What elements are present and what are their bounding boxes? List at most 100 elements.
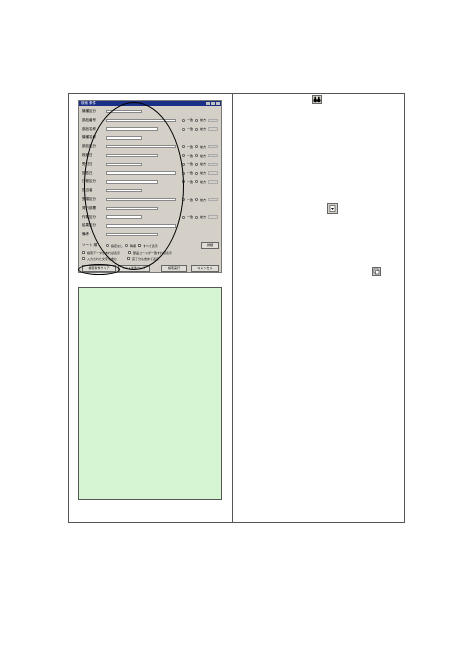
criteria-input[interactable] (106, 127, 158, 131)
criteria-label: 回答日 (82, 170, 93, 175)
match-radio-label: 一致 (187, 162, 194, 167)
disabled-box (208, 215, 219, 219)
match-radio[interactable] (195, 118, 199, 122)
criteria-input[interactable] (106, 188, 142, 193)
close-icon[interactable] (216, 102, 220, 105)
criteria-input[interactable] (106, 153, 158, 158)
match-radio-label: 前方 (200, 162, 207, 167)
criteria-input[interactable] (106, 224, 176, 228)
match-radio[interactable] (182, 118, 185, 122)
check-row-1: 検索データがあれば表示 部品コードが一致すれば表示 (82, 250, 172, 255)
disabled-box (208, 127, 219, 131)
criteria-input[interactable] (106, 118, 176, 123)
cancel-button[interactable]: キャンセル (191, 265, 219, 272)
criteria-label: 部品名称 (82, 126, 96, 131)
show-all-checkbox[interactable] (138, 244, 142, 247)
clear-criteria-button[interactable]: 検索条件クリア (82, 265, 116, 272)
match-radio[interactable] (195, 145, 199, 149)
check-3[interactable] (82, 257, 85, 260)
sort-options-row: ソート 順 指定なし 降順 すべて表示 (82, 243, 158, 248)
minimize-icon[interactable] (206, 102, 210, 105)
match-radio[interactable] (182, 162, 185, 166)
criteria-label: 検査日 (82, 153, 93, 157)
criteria-label: 備考 (82, 232, 89, 237)
match-radio[interactable] (195, 215, 199, 219)
criteria-row: 受付日 一致 前方 (82, 161, 219, 167)
match-radio[interactable] (195, 162, 199, 166)
disabled-box (208, 197, 219, 202)
match-radio[interactable] (195, 154, 199, 157)
clear-sort-button[interactable]: ソート条件クリア (118, 265, 150, 272)
check-4[interactable] (127, 257, 131, 260)
disabled-box (208, 144, 219, 149)
criteria-input[interactable] (106, 109, 142, 114)
criteria-input[interactable] (106, 144, 176, 149)
criteria-row: 部品名称 一致 前方 (82, 126, 219, 132)
match-radio[interactable] (182, 198, 185, 201)
criteria-row: 部品区分 一致 前方 (82, 144, 219, 149)
note-panel (78, 287, 222, 500)
binoculars-icon (312, 95, 322, 104)
criteria-row: 回答日 一致 前方 (82, 170, 219, 176)
criteria-label: 受付日 (82, 161, 93, 166)
dropdown-icon (327, 203, 338, 214)
check-1[interactable] (82, 251, 85, 254)
criteria-input[interactable] (106, 206, 158, 211)
disabled-box (208, 171, 219, 175)
sort-radio-2[interactable] (125, 244, 129, 247)
match-radio[interactable] (182, 215, 185, 219)
criteria-input[interactable] (106, 171, 176, 175)
match-radio[interactable] (195, 180, 199, 184)
match-radio-label: 一致 (187, 153, 194, 158)
criteria-input[interactable] (106, 162, 142, 167)
criteria-label: 機種区分 (82, 109, 96, 113)
match-radio[interactable] (182, 127, 185, 131)
criteria-row: 部品番号 一致 前方 (82, 117, 219, 123)
match-radio[interactable] (195, 198, 199, 201)
disabled-box (208, 180, 219, 184)
match-radio-label: 前方 (200, 215, 207, 220)
match-radio[interactable] (195, 171, 199, 175)
criteria-input[interactable] (106, 215, 142, 219)
criteria-row: 結果区分 (82, 223, 176, 228)
criteria-label: 担当者 (82, 188, 93, 193)
match-radio[interactable] (182, 154, 185, 157)
window-controls (206, 101, 221, 106)
criteria-label: 作業区分 (82, 214, 96, 219)
disabled-box (208, 162, 219, 167)
criteria-label: 日程区分 (82, 179, 96, 184)
copy-icon (372, 267, 381, 276)
criteria-row: 備考 (82, 232, 158, 237)
criteria-label: 結果区分 (82, 223, 96, 228)
match-radio-label: 一致 (187, 215, 194, 220)
match-radio-label: 前方 (200, 171, 207, 176)
search-dialog: 検索 条件 機種区分 部品番号 一致 前方 部品名称 一致 前方 機種名称 部品区分 一致 前方 検査… (78, 100, 222, 273)
match-radio[interactable] (195, 127, 199, 131)
match-radio[interactable] (182, 180, 185, 184)
match-radio-label: 一致 (187, 144, 194, 149)
sort-radio-1[interactable] (106, 244, 109, 247)
match-radio-label: 一致 (187, 118, 194, 123)
maximize-icon[interactable] (211, 102, 215, 105)
match-radio[interactable] (182, 145, 185, 149)
match-radio-label: 前方 (200, 127, 207, 132)
check-row-2: 入力された文字を含む 完了分も含めて表示 (82, 256, 159, 261)
match-radio-label: 前方 (200, 144, 207, 149)
match-radio-label: 前方 (200, 118, 207, 123)
criteria-input[interactable] (106, 136, 142, 140)
criteria-input[interactable] (106, 197, 176, 202)
match-radio[interactable] (182, 171, 185, 175)
search-button[interactable]: 検索実行 (161, 265, 187, 272)
criteria-input[interactable] (106, 180, 158, 184)
detail-button[interactable]: 詳細 (201, 242, 219, 249)
criteria-row: 作業区分 一致 前方 (82, 214, 219, 220)
criteria-input[interactable] (106, 232, 158, 237)
match-radio-label: 一致 (187, 127, 194, 132)
sort-label: ソート 順 (82, 243, 98, 247)
match-radio-label: 一致 (187, 171, 194, 176)
criteria-row: 発行部署 (82, 206, 158, 211)
match-radio-label: 一致 (187, 179, 194, 184)
dialog-titlebar: 検索 条件 (79, 101, 221, 106)
criteria-label: 部品番号 (82, 117, 96, 122)
check-2[interactable] (128, 251, 132, 254)
